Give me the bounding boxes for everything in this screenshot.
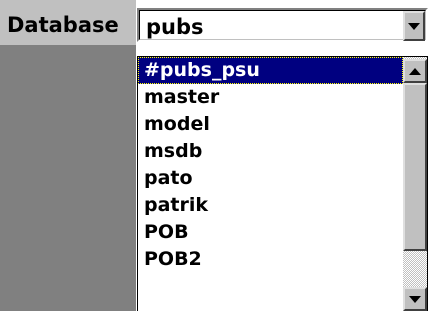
combobox-value: pubs <box>146 15 204 39</box>
list-item[interactable]: model <box>138 111 403 138</box>
left-panel-shadow <box>0 45 136 311</box>
arrow-up-icon <box>409 67 421 75</box>
chevron-down-icon <box>408 22 420 30</box>
list-item[interactable]: POB2 <box>138 246 403 273</box>
list-item[interactable]: POB <box>138 219 403 246</box>
dropdown-button[interactable] <box>403 11 425 41</box>
vertical-scrollbar[interactable] <box>403 57 427 311</box>
database-label: Database <box>7 13 119 37</box>
scroll-down-button[interactable] <box>403 287 427 311</box>
database-combobox[interactable]: pubs <box>137 8 428 42</box>
list-item[interactable]: #pubs_psu <box>138 57 403 84</box>
combobox-field[interactable]: pubs <box>139 10 426 41</box>
list-item[interactable]: msdb <box>138 138 403 165</box>
scrollbar-thumb[interactable] <box>403 83 427 251</box>
database-dropdown-list[interactable]: #pubs_psu master model msdb pato patrik … <box>137 56 428 311</box>
dropdown-items: #pubs_psu master model msdb pato patrik … <box>138 57 403 273</box>
list-item[interactable]: pato <box>138 165 403 192</box>
list-item[interactable]: patrik <box>138 192 403 219</box>
scroll-up-button[interactable] <box>403 59 427 83</box>
left-panel <box>0 0 136 311</box>
arrow-down-icon <box>409 295 421 303</box>
list-item[interactable]: master <box>138 84 403 111</box>
